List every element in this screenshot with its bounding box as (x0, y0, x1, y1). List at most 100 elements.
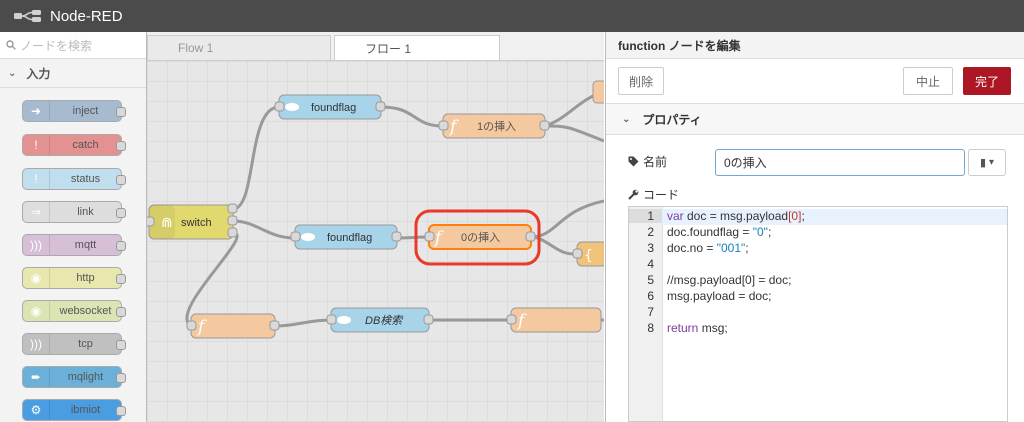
flow-node-foundflag-1[interactable]: foundflag (274, 94, 386, 120)
wire (232, 105, 280, 211)
flow-node-function[interactable] (592, 80, 604, 104)
code-text: return msg; (667, 321, 728, 335)
signal-icon: ))) (23, 334, 50, 354)
switch-icon: ⋒ (161, 215, 173, 231)
wire (380, 105, 444, 128)
palette-node-ibmiot[interactable]: ⚙ ibmiot (22, 399, 126, 421)
node-label: 0の挿入 (461, 230, 500, 244)
palette-node-label: mqlight (67, 371, 104, 383)
palette-node-label: inject (72, 105, 99, 117)
output-port[interactable] (116, 107, 126, 117)
palette-node-status[interactable]: ! status (22, 168, 126, 190)
output-port[interactable] (116, 274, 126, 284)
code-editor[interactable]: 1 var doc = msg.payload[0]; 2 doc.foundf… (628, 206, 1008, 422)
code-text: //msg.payload[0] = doc; (667, 273, 792, 287)
exclamation-icon: ! (23, 169, 50, 189)
palette-node-label: catch (72, 139, 99, 151)
cloudant-icon (301, 233, 315, 241)
caret-down-icon: ▾ (989, 157, 995, 168)
code-label-text: コード (643, 188, 680, 202)
flow-canvas[interactable]: ⋒ switch foundflag f 1の挿入 foundflag f 0の… (147, 61, 604, 422)
output-port[interactable] (116, 175, 126, 185)
line-number: 3 (647, 241, 654, 255)
wire (396, 235, 430, 240)
code-line: 3 doc.no = "001"; (629, 241, 1007, 257)
line-number: 6 (647, 289, 654, 303)
wire (232, 219, 296, 240)
flow-node-db-search[interactable]: DB検索 (326, 307, 434, 333)
palette-category-input[interactable]: ⌄ 入力 (0, 59, 146, 88)
output-port[interactable] (116, 208, 126, 218)
code-line: 8 return msg; (629, 321, 1007, 337)
line-number: 8 (647, 321, 654, 335)
palette-node-label: mqtt (74, 239, 97, 251)
book-icon: ▮ (979, 157, 987, 169)
flow-node-insert-0[interactable]: f 0の挿入 (424, 224, 536, 250)
wire (544, 124, 604, 143)
tab-flow-1[interactable]: Flow 1 (147, 35, 331, 60)
code-line: 5 //msg.payload[0] = doc; (629, 273, 1007, 289)
flow-node-insert-1[interactable]: f 1の挿入 (438, 113, 550, 139)
node-label: DB検索 (365, 314, 404, 327)
cancel-button[interactable]: 中止 (903, 67, 953, 95)
workspace: Flow 1 フロー 1 ⋒ switch foundflag f 1の挿入 f… (147, 32, 604, 422)
mqlight-icon: ➨ (23, 367, 50, 387)
code-text: var doc = msg.payload[0]; (667, 209, 805, 223)
wrench-icon (628, 189, 639, 200)
flow-node-switch[interactable]: ⋒ switch (147, 203, 238, 240)
tray-title: function ノードを編集 (606, 32, 1024, 59)
node-palette: ノードを検索 ⌄ 入力 ➜ inject ! catch ! status ⇒ … (0, 32, 147, 422)
flow-node-json[interactable]: { (572, 241, 604, 267)
palette-category-label: 入力 (26, 66, 51, 81)
name-input[interactable]: 0の挿入 (715, 149, 965, 176)
flow-node-function[interactable]: f (506, 307, 602, 333)
line-number: 1 (629, 209, 662, 223)
edit-tray: function ノードを編集 削除 中止 完了 ⌄ プロパティ 名前 0の挿入… (605, 32, 1024, 422)
exclamation-icon: ! (23, 135, 50, 155)
tray-toolbar: 削除 中止 完了 (606, 59, 1024, 104)
palette-node-link[interactable]: ⇒ link (22, 201, 126, 223)
node-label: foundflag (311, 102, 356, 114)
palette-node-label: link (77, 206, 94, 218)
output-port[interactable] (116, 406, 126, 416)
palette-node-mqlight[interactable]: ➨ mqlight (22, 366, 126, 388)
flow-svg: ⋒ switch foundflag f 1の挿入 foundflag f 0の… (147, 80, 604, 339)
wire (530, 199, 604, 239)
palette-node-http[interactable]: ◉ http (22, 267, 126, 289)
palette-node-label: websocket (59, 305, 112, 317)
properties-section-header[interactable]: ⌄ プロパティ (606, 104, 1024, 135)
workspace-tabs: Flow 1 フロー 1 (147, 32, 604, 61)
flow-node-function[interactable]: f (186, 313, 280, 339)
palette-node-catch[interactable]: ! catch (22, 134, 126, 156)
node-red-logo: Node-RED (14, 8, 123, 25)
cloudant-icon (337, 316, 351, 324)
delete-button[interactable]: 削除 (618, 67, 664, 95)
chevron-down-icon: ⌄ (622, 113, 631, 125)
palette-node-websocket[interactable]: ◉ websocket (22, 300, 126, 322)
output-port[interactable] (116, 241, 126, 251)
palette-node-tcp[interactable]: ))) tcp (22, 333, 126, 355)
name-label-text: 名前 (643, 155, 668, 169)
app-title: Node-RED (50, 7, 123, 25)
palette-node-label: tcp (78, 338, 93, 350)
line-number: 7 (647, 305, 654, 319)
line-number: 2 (647, 225, 654, 239)
icon-picker-button[interactable]: ▮ ▾ (968, 149, 1006, 176)
code-text: doc.foundflag = "0"; (667, 225, 772, 239)
wire (274, 318, 332, 328)
palette-node-inject[interactable]: ➜ inject (22, 100, 126, 122)
output-port[interactable] (116, 141, 126, 151)
tab-label: フロー 1 (365, 41, 412, 56)
output-port[interactable] (116, 307, 126, 317)
wire (185, 231, 239, 328)
tab-flow-ja-1[interactable]: フロー 1 (334, 35, 500, 60)
globe-icon: ◉ (23, 268, 50, 288)
palette-search[interactable]: ノードを検索 (0, 32, 146, 59)
flow-node-foundflag-2[interactable]: foundflag (290, 224, 402, 250)
palette-node-label: http (76, 272, 95, 284)
palette-node-mqtt[interactable]: ))) mqtt (22, 234, 126, 256)
done-button[interactable]: 完了 (963, 67, 1011, 95)
output-port[interactable] (116, 340, 126, 350)
output-port[interactable] (116, 373, 126, 383)
code-line: 4 (629, 257, 1007, 273)
